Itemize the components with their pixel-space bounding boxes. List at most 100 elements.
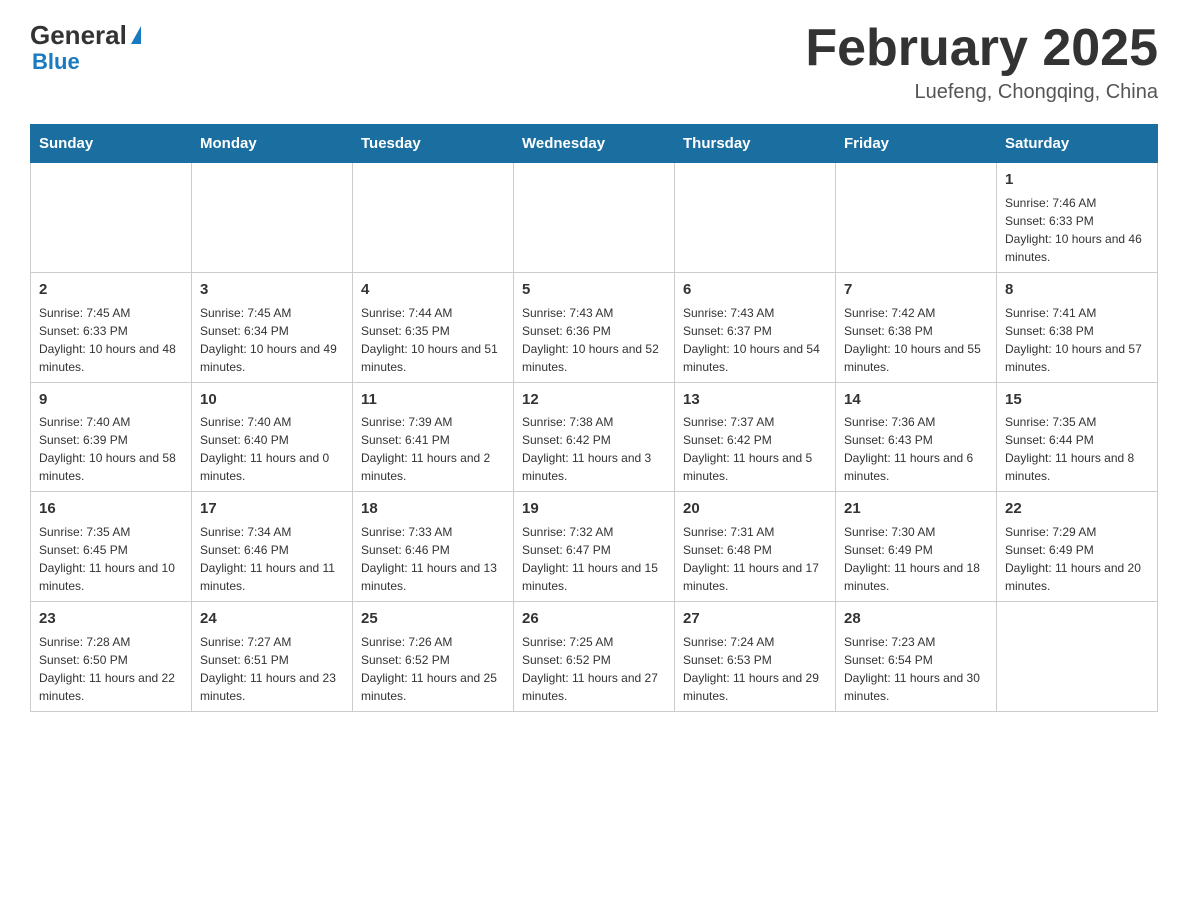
calendar-day-cell: 23 Sunrise: 7:28 AM Sunset: 6:50 PM Dayli… xyxy=(31,602,192,712)
calendar-day-cell: 5 Sunrise: 7:43 AM Sunset: 6:36 PM Daylig… xyxy=(514,272,675,382)
calendar-week-row: 9Sunrise: 7:40 AM Sunset: 6:39 PM Daylig… xyxy=(31,382,1158,492)
day-number: 16 xyxy=(39,498,183,520)
day-info: Sunrise: 7:38 AM Sunset: 6:42 PM Dayligh… xyxy=(522,413,666,485)
day-of-week-header: Tuesday xyxy=(353,125,514,163)
day-number: 18 xyxy=(361,498,505,520)
logo-general: General xyxy=(30,20,127,51)
calendar-day-cell: 19 Sunrise: 7:32 AM Sunset: 6:47 PM Dayli… xyxy=(514,492,675,602)
calendar-day-cell: 21 Sunrise: 7:30 AM Sunset: 6:49 PM Dayli… xyxy=(836,492,997,602)
calendar-day-cell: 20 Sunrise: 7:31 AM Sunset: 6:48 PM Dayli… xyxy=(675,492,836,602)
day-info: Sunrise: 7:39 AM Sunset: 6:41 PM Dayligh… xyxy=(361,413,505,485)
calendar-week-row: 16 Sunrise: 7:35 AM Sunset: 6:45 PM Dayli… xyxy=(31,492,1158,602)
calendar-day-cell: 24 Sunrise: 7:27 AM Sunset: 6:51 PM Dayli… xyxy=(192,602,353,712)
calendar-week-row: 1Sunrise: 7:46 AM Sunset: 6:33 PM Daylig… xyxy=(31,163,1158,273)
calendar-day-cell: 28 Sunrise: 7:23 AM Sunset: 6:54 PM Dayli… xyxy=(836,602,997,712)
day-number: 2 xyxy=(39,279,183,301)
calendar-day-cell: 27 Sunrise: 7:24 AM Sunset: 6:53 PM Dayli… xyxy=(675,602,836,712)
day-info: Sunrise: 7:26 AM Sunset: 6:52 PM Dayligh… xyxy=(361,633,505,705)
day-info: Sunrise: 7:45 AM Sunset: 6:34 PM Dayligh… xyxy=(200,304,344,376)
day-number: 15 xyxy=(1005,389,1149,411)
day-number: 11 xyxy=(361,389,505,411)
day-info: Sunrise: 7:30 AM Sunset: 6:49 PM Dayligh… xyxy=(844,523,988,595)
day-number: 17 xyxy=(200,498,344,520)
logo-blue-text: Blue xyxy=(32,49,80,75)
title-block: February 2025 Luefeng, Chongqing, China xyxy=(805,20,1158,104)
day-info: Sunrise: 7:29 AM Sunset: 6:49 PM Dayligh… xyxy=(1005,523,1149,595)
day-number: 20 xyxy=(683,498,827,520)
day-number: 14 xyxy=(844,389,988,411)
day-info: Sunrise: 7:37 AM Sunset: 6:42 PM Dayligh… xyxy=(683,413,827,485)
calendar-day-cell: 3 Sunrise: 7:45 AM Sunset: 6:34 PM Daylig… xyxy=(192,272,353,382)
calendar-day-cell: 14Sunrise: 7:36 AM Sunset: 6:43 PM Dayli… xyxy=(836,382,997,492)
day-number: 19 xyxy=(522,498,666,520)
day-number: 24 xyxy=(200,608,344,630)
logo-text: General xyxy=(30,20,141,51)
calendar-day-cell xyxy=(514,163,675,273)
day-number: 5 xyxy=(522,279,666,301)
day-info: Sunrise: 7:23 AM Sunset: 6:54 PM Dayligh… xyxy=(844,633,988,705)
day-number: 8 xyxy=(1005,279,1149,301)
day-info: Sunrise: 7:36 AM Sunset: 6:43 PM Dayligh… xyxy=(844,413,988,485)
day-number: 28 xyxy=(844,608,988,630)
calendar-day-cell: 10Sunrise: 7:40 AM Sunset: 6:40 PM Dayli… xyxy=(192,382,353,492)
logo: General Blue xyxy=(30,20,141,75)
day-of-week-header: Saturday xyxy=(997,125,1158,163)
calendar-day-cell xyxy=(353,163,514,273)
day-info: Sunrise: 7:44 AM Sunset: 6:35 PM Dayligh… xyxy=(361,304,505,376)
day-info: Sunrise: 7:43 AM Sunset: 6:37 PM Dayligh… xyxy=(683,304,827,376)
day-number: 22 xyxy=(1005,498,1149,520)
day-info: Sunrise: 7:32 AM Sunset: 6:47 PM Dayligh… xyxy=(522,523,666,595)
calendar-header-row: SundayMondayTuesdayWednesdayThursdayFrid… xyxy=(31,125,1158,163)
day-info: Sunrise: 7:27 AM Sunset: 6:51 PM Dayligh… xyxy=(200,633,344,705)
calendar-table: SundayMondayTuesdayWednesdayThursdayFrid… xyxy=(30,124,1158,712)
calendar-week-row: 2 Sunrise: 7:45 AM Sunset: 6:33 PM Daylig… xyxy=(31,272,1158,382)
calendar-day-cell: 18 Sunrise: 7:33 AM Sunset: 6:46 PM Dayli… xyxy=(353,492,514,602)
page-header: General Blue February 2025 Luefeng, Chon… xyxy=(30,20,1158,104)
day-info: Sunrise: 7:33 AM Sunset: 6:46 PM Dayligh… xyxy=(361,523,505,595)
calendar-day-cell: 15Sunrise: 7:35 AM Sunset: 6:44 PM Dayli… xyxy=(997,382,1158,492)
day-number: 23 xyxy=(39,608,183,630)
day-number: 7 xyxy=(844,279,988,301)
day-of-week-header: Thursday xyxy=(675,125,836,163)
day-info: Sunrise: 7:43 AM Sunset: 6:36 PM Dayligh… xyxy=(522,304,666,376)
day-of-week-header: Monday xyxy=(192,125,353,163)
calendar-subtitle: Luefeng, Chongqing, China xyxy=(805,81,1158,104)
day-info: Sunrise: 7:34 AM Sunset: 6:46 PM Dayligh… xyxy=(200,523,344,595)
day-info: Sunrise: 7:24 AM Sunset: 6:53 PM Dayligh… xyxy=(683,633,827,705)
calendar-day-cell: 6 Sunrise: 7:43 AM Sunset: 6:37 PM Daylig… xyxy=(675,272,836,382)
calendar-day-cell: 25 Sunrise: 7:26 AM Sunset: 6:52 PM Dayli… xyxy=(353,602,514,712)
calendar-title: February 2025 xyxy=(805,20,1158,77)
day-number: 25 xyxy=(361,608,505,630)
day-info: Sunrise: 7:40 AM Sunset: 6:40 PM Dayligh… xyxy=(200,413,344,485)
day-info: Sunrise: 7:45 AM Sunset: 6:33 PM Dayligh… xyxy=(39,304,183,376)
day-info: Sunrise: 7:28 AM Sunset: 6:50 PM Dayligh… xyxy=(39,633,183,705)
day-of-week-header: Wednesday xyxy=(514,125,675,163)
calendar-day-cell: 13Sunrise: 7:37 AM Sunset: 6:42 PM Dayli… xyxy=(675,382,836,492)
day-number: 26 xyxy=(522,608,666,630)
calendar-day-cell: 26Sunrise: 7:25 AM Sunset: 6:52 PM Dayli… xyxy=(514,602,675,712)
calendar-day-cell xyxy=(31,163,192,273)
calendar-day-cell: 7 Sunrise: 7:42 AM Sunset: 6:38 PM Daylig… xyxy=(836,272,997,382)
day-info: Sunrise: 7:31 AM Sunset: 6:48 PM Dayligh… xyxy=(683,523,827,595)
day-number: 9 xyxy=(39,389,183,411)
day-number: 10 xyxy=(200,389,344,411)
calendar-day-cell xyxy=(675,163,836,273)
calendar-day-cell: 4Sunrise: 7:44 AM Sunset: 6:35 PM Daylig… xyxy=(353,272,514,382)
day-number: 21 xyxy=(844,498,988,520)
calendar-day-cell: 2 Sunrise: 7:45 AM Sunset: 6:33 PM Daylig… xyxy=(31,272,192,382)
calendar-day-cell xyxy=(836,163,997,273)
calendar-day-cell: 1Sunrise: 7:46 AM Sunset: 6:33 PM Daylig… xyxy=(997,163,1158,273)
calendar-day-cell: 8Sunrise: 7:41 AM Sunset: 6:38 PM Daylig… xyxy=(997,272,1158,382)
day-number: 3 xyxy=(200,279,344,301)
calendar-day-cell: 12Sunrise: 7:38 AM Sunset: 6:42 PM Dayli… xyxy=(514,382,675,492)
day-info: Sunrise: 7:42 AM Sunset: 6:38 PM Dayligh… xyxy=(844,304,988,376)
day-of-week-header: Sunday xyxy=(31,125,192,163)
day-number: 6 xyxy=(683,279,827,301)
logo-triangle-icon xyxy=(131,26,141,44)
calendar-day-cell: 11Sunrise: 7:39 AM Sunset: 6:41 PM Dayli… xyxy=(353,382,514,492)
day-number: 27 xyxy=(683,608,827,630)
day-number: 1 xyxy=(1005,169,1149,191)
calendar-week-row: 23 Sunrise: 7:28 AM Sunset: 6:50 PM Dayli… xyxy=(31,602,1158,712)
calendar-day-cell: 17 Sunrise: 7:34 AM Sunset: 6:46 PM Dayli… xyxy=(192,492,353,602)
day-info: Sunrise: 7:35 AM Sunset: 6:45 PM Dayligh… xyxy=(39,523,183,595)
